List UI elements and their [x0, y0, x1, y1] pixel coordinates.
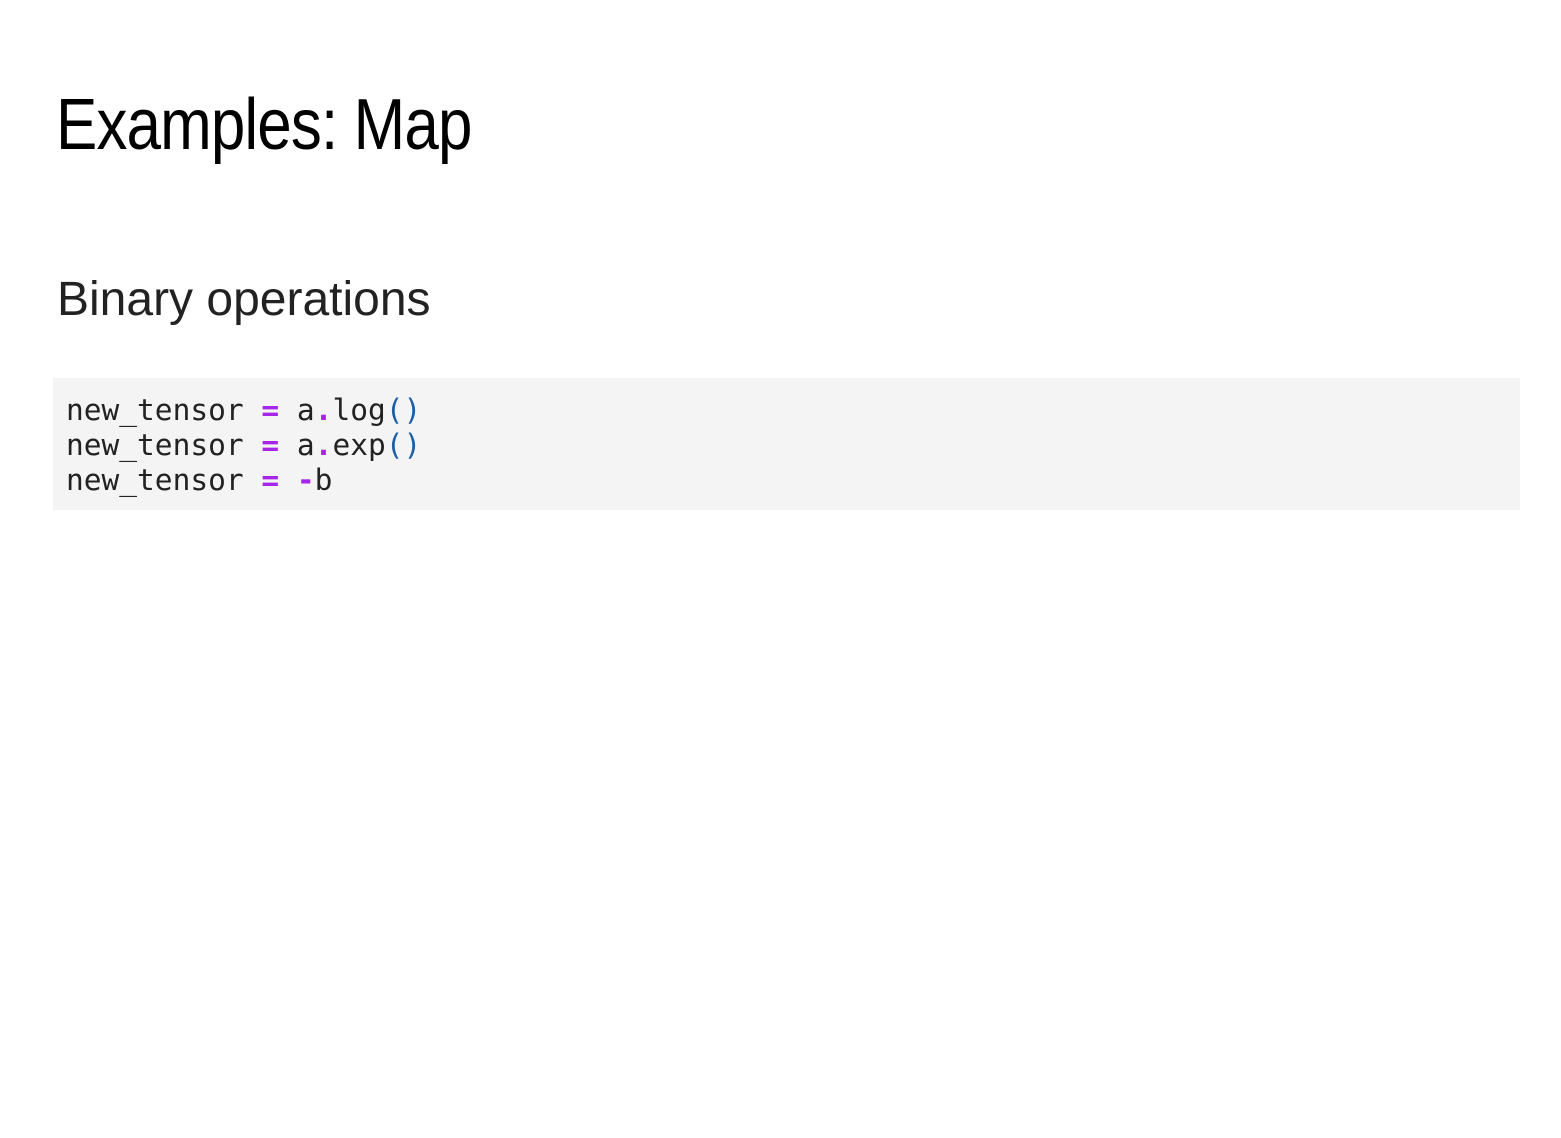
section-heading: Binary operations	[57, 273, 431, 326]
code-token: exp	[332, 428, 386, 462]
code-line-2: new_tensor = a.exp()	[66, 428, 1520, 463]
slide: Examples: Map Binary operations new_tens…	[0, 0, 1561, 1138]
code-token: a	[279, 428, 315, 462]
code-token-operator: .	[314, 428, 333, 462]
code-token: new_tensor	[66, 463, 262, 497]
code-token: b	[314, 463, 333, 497]
code-token-operator: -	[296, 463, 315, 497]
code-line-3: new_tensor = -b	[66, 463, 1520, 498]
code-line-1: new_tensor = a.log()	[66, 393, 1520, 428]
page-title: Examples: Map	[56, 85, 472, 165]
code-token-operator: =	[261, 428, 280, 462]
code-token-operator: =	[261, 463, 280, 497]
code-token: new_tensor	[66, 393, 262, 427]
code-block: new_tensor = a.log() new_tensor = a.exp()…	[53, 378, 1520, 510]
code-token: a	[279, 393, 315, 427]
code-token: log	[332, 393, 386, 427]
code-token-operator: =	[261, 393, 280, 427]
code-token: new_tensor	[66, 428, 262, 462]
code-token-paren: ()	[385, 428, 422, 462]
code-token-paren: ()	[385, 393, 422, 427]
code-token-operator: .	[314, 393, 333, 427]
